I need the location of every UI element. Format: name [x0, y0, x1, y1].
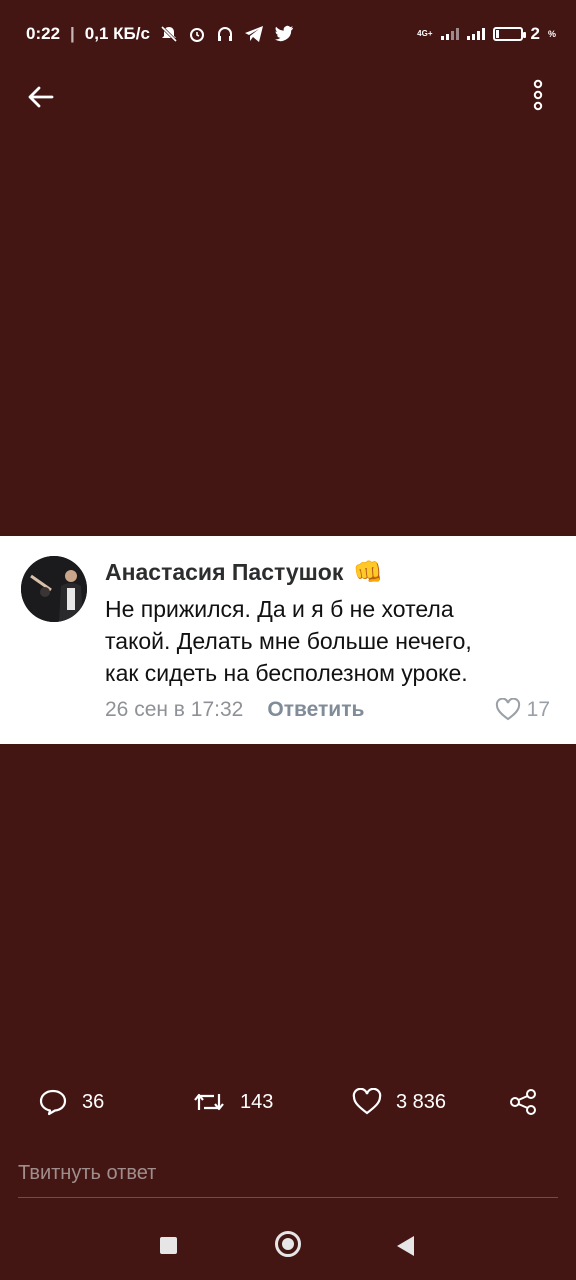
- more-options-button[interactable]: [528, 78, 548, 114]
- like-count: 3 836: [396, 1090, 447, 1113]
- comment-card: Анастасия Пастушок 👊 Не прижился. Да и я…: [0, 536, 576, 744]
- comment-date: 26 сен в 17:32: [105, 698, 244, 721]
- retweet-action-button[interactable]: 143: [192, 1088, 273, 1116]
- comment-likes: 17: [495, 698, 550, 722]
- status-right: 4G+ 2 %: [417, 24, 556, 44]
- retweet-count: 143: [240, 1090, 274, 1113]
- mute-icon: [160, 25, 178, 43]
- fist-emoji-icon: 👊: [353, 559, 384, 586]
- android-nav-bar: [0, 1210, 576, 1280]
- share-icon: [510, 1089, 536, 1115]
- status-bar: 0:22 | 0,1 КБ/с 4G+ 2 %: [0, 0, 576, 68]
- reply-count: 36: [82, 1090, 105, 1113]
- reply-bubble-icon: [39, 1089, 67, 1116]
- telegram-icon: [244, 25, 264, 43]
- top-nav: [0, 70, 576, 122]
- comment-author: Анастасия Пастушок 👊: [105, 558, 383, 587]
- status-net-speed: 0,1 КБ/с: [84, 24, 150, 43]
- twitter-icon: [274, 25, 294, 43]
- battery-level: 2: [530, 24, 540, 43]
- back-button[interactable]: [24, 80, 58, 114]
- comment-meta: 26 сен в 17:32 Ответить 17: [105, 698, 550, 722]
- avatar: [21, 556, 87, 622]
- author-name: Анастасия Пастушок: [105, 559, 344, 585]
- comment-line: такой. Делать мне больше нечего,: [105, 628, 472, 654]
- tweet-actions: 36 143 3 836: [0, 1080, 576, 1130]
- comment-line: как сидеть на бесполезном уроке.: [105, 660, 468, 686]
- home-button[interactable]: [275, 1231, 301, 1257]
- arrow-left-icon: [28, 86, 54, 108]
- reply-input[interactable]: Твитнуть ответ: [18, 1157, 558, 1198]
- system-back-button[interactable]: [397, 1236, 414, 1256]
- comment-line: Не прижился. Да и я б не хотела: [105, 596, 454, 622]
- share-action-button[interactable]: [509, 1088, 539, 1116]
- battery-unit: %: [547, 29, 556, 39]
- headphones-icon: [216, 25, 234, 43]
- comment-reply-button: Ответить: [267, 698, 365, 721]
- signal-icon-2: [466, 28, 485, 40]
- status-time: 0:22: [26, 24, 61, 43]
- signal-icon-1: [440, 28, 459, 40]
- reply-action-button[interactable]: 36: [38, 1088, 104, 1116]
- reply-input-placeholder: Твитнуть ответ: [18, 1162, 157, 1184]
- alarm-icon: [188, 25, 206, 43]
- like-action-button[interactable]: 3 836: [352, 1088, 446, 1116]
- retweet-icon: [194, 1093, 224, 1111]
- comment-text: Не прижился. Да и я б не хотела такой. Д…: [105, 593, 555, 689]
- recents-button[interactable]: [160, 1237, 177, 1254]
- heart-icon: [495, 698, 520, 721]
- battery-icon: [492, 27, 526, 41]
- network-type: 4G+: [417, 29, 433, 38]
- status-divider: |: [70, 24, 75, 43]
- heart-outline-icon: [352, 1088, 382, 1115]
- more-vertical-icon: [533, 79, 543, 111]
- status-left: 0:22 | 0,1 КБ/с: [26, 24, 294, 44]
- comment-likes-count: 17: [526, 698, 550, 721]
